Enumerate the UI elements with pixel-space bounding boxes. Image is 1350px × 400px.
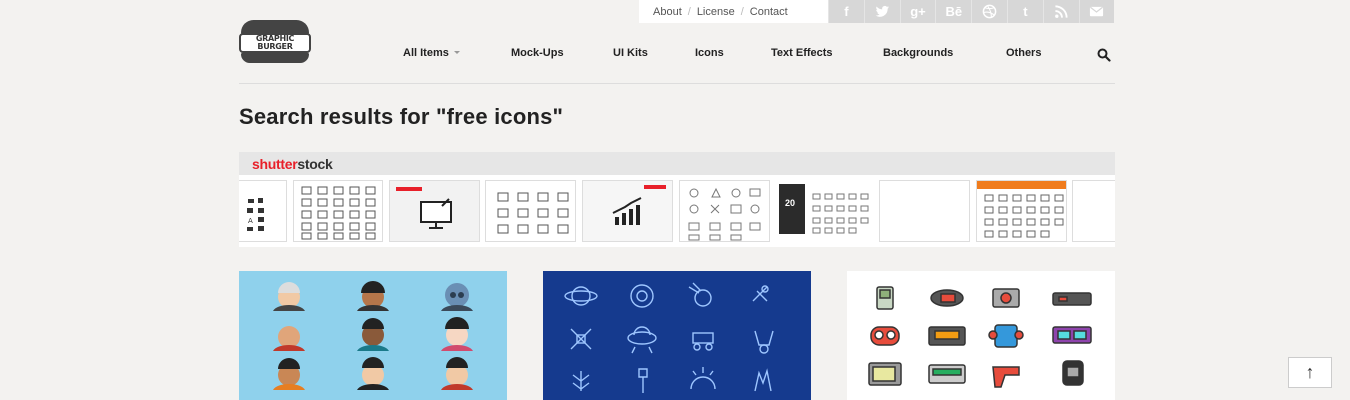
nav-item-backgrounds[interactable]: Backgrounds xyxy=(883,47,953,59)
shutterstock-thumbnail[interactable]: 20 xyxy=(779,180,872,242)
nav-item-icons[interactable]: Icons xyxy=(695,47,724,59)
rss-icon[interactable] xyxy=(1042,0,1079,23)
dribbble-icon[interactable] xyxy=(971,0,1007,23)
result-card-space-icons[interactable] xyxy=(543,271,811,400)
page-title: Search results for "free icons" xyxy=(239,104,564,129)
logo-text: GRAPHIC BURGER xyxy=(239,33,311,53)
top-links: About / License / Contact xyxy=(639,0,828,23)
social-links: f g+ Bē t xyxy=(828,0,1115,23)
shutterstock-logo[interactable]: shutterstock xyxy=(252,156,333,172)
nav-item-all-items[interactable]: All Items xyxy=(403,47,460,59)
behance-icon[interactable]: Bē xyxy=(935,0,972,23)
result-card-avatars[interactable] xyxy=(239,271,507,400)
top-utility-bar: About / License / Contact f g+ Bē t xyxy=(639,0,1115,23)
google-plus-icon[interactable]: g+ xyxy=(899,0,936,23)
twitter-icon[interactable] xyxy=(863,0,900,23)
shutterstock-thumbnail[interactable] xyxy=(976,180,1067,242)
header-divider xyxy=(239,83,1115,84)
svg-text:A: A xyxy=(248,217,253,225)
shutterstock-header: shutterstock xyxy=(239,152,1115,175)
contact-link[interactable]: Contact xyxy=(750,6,788,18)
facebook-icon[interactable]: f xyxy=(828,0,864,23)
shutterstock-thumbnail-strip: A 20 xyxy=(239,175,1115,247)
separator: / xyxy=(687,5,691,18)
separator: / xyxy=(740,5,744,18)
result-card-retro-gadgets[interactable] xyxy=(847,271,1115,400)
search-icon[interactable] xyxy=(1097,48,1111,62)
logo-bun-top xyxy=(241,20,309,34)
tumblr-icon[interactable]: t xyxy=(1006,0,1043,23)
shutterstock-thumbnail[interactable] xyxy=(879,180,970,242)
logo-bun-bottom xyxy=(241,53,309,63)
license-link[interactable]: License xyxy=(697,6,735,18)
shutterstock-thumbnail[interactable] xyxy=(389,180,480,242)
shutterstock-thumbnail[interactable] xyxy=(679,180,770,242)
mail-icon[interactable] xyxy=(1078,0,1115,23)
nav-item-text-effects[interactable]: Text Effects xyxy=(771,47,833,59)
nav-item-mock-ups[interactable]: Mock-Ups xyxy=(511,47,564,59)
shutterstock-thumbnail[interactable] xyxy=(485,180,576,242)
chevron-down-icon xyxy=(453,51,460,54)
scroll-to-top-button[interactable]: ↑ xyxy=(1288,357,1332,388)
nav-item-ui-kits[interactable]: UI Kits xyxy=(613,47,648,59)
shutterstock-thumbnail[interactable] xyxy=(1072,180,1115,242)
site-logo[interactable]: GRAPHIC BURGER xyxy=(239,20,311,64)
shutterstock-thumbnail[interactable] xyxy=(582,180,673,242)
shutterstock-thumbnail[interactable]: A xyxy=(239,180,287,242)
about-link[interactable]: About xyxy=(653,6,682,18)
shutterstock-thumbnail[interactable] xyxy=(293,180,383,242)
nav-item-others[interactable]: Others xyxy=(1006,47,1041,59)
